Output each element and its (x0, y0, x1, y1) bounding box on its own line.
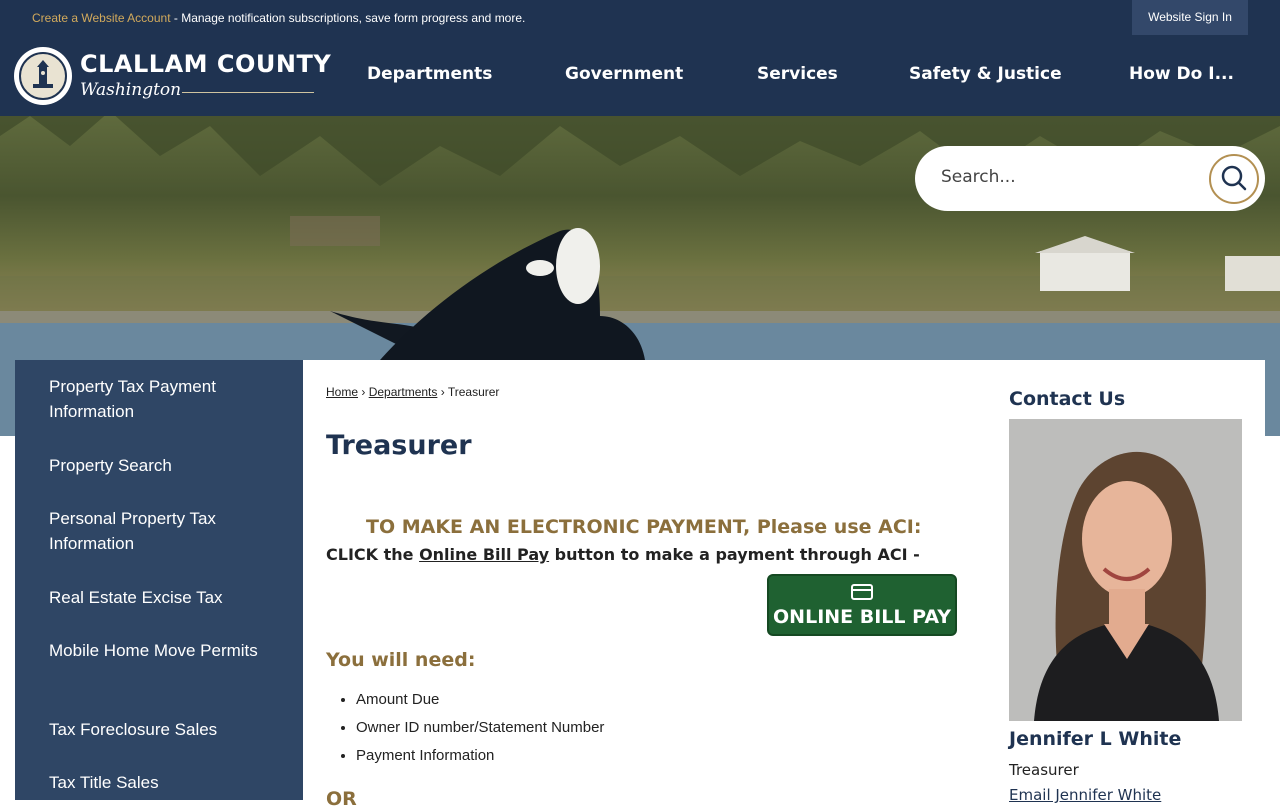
create-account-link[interactable]: Create a Website Account (32, 11, 171, 25)
main-nav: Departments Government Services Safety &… (328, 35, 1280, 116)
sign-in-button[interactable]: Website Sign In (1132, 0, 1248, 35)
list-item: Payment Information (356, 742, 604, 770)
treasurer-photo (1009, 419, 1242, 721)
sidebar-item-property-search[interactable]: Property Search (49, 453, 279, 478)
nav-services[interactable]: Services (757, 64, 838, 84)
contact-role: Treasurer (1009, 761, 1079, 779)
utility-bar: Create a Website Account - Manage notifi… (0, 0, 1280, 35)
search-icon (1221, 165, 1247, 191)
create-account-text: - Manage notification subscriptions, sav… (170, 11, 526, 25)
brand-name: CLALLAM COUNTY (80, 50, 332, 78)
search-button[interactable] (1209, 154, 1259, 204)
bill-pay-label: ONLINE BILL PAY (773, 606, 951, 628)
instructions-text: button to make a payment through ACI - (549, 545, 920, 564)
brand-divider (182, 92, 314, 93)
contact-name: Jennifer L White (1009, 728, 1182, 750)
list-item: Owner ID number/Statement Number (356, 714, 604, 742)
sidebar-item-tax-title-sales[interactable]: Tax Title Sales (49, 770, 279, 795)
nav-how-do-i[interactable]: How Do I... (1129, 64, 1234, 84)
online-bill-pay-link[interactable]: Online Bill Pay (419, 545, 549, 564)
brand-subtitle: Washington (80, 80, 182, 100)
site-logo[interactable]: CLALLAM COUNTY Washington (14, 47, 331, 107)
breadcrumb-separator: › (437, 385, 448, 399)
contact-us-heading: Contact Us (1009, 388, 1126, 410)
nav-government[interactable]: Government (565, 64, 683, 84)
contact-email-link[interactable]: Email Jennifer White (1009, 786, 1161, 804)
county-seal-icon (14, 47, 72, 105)
payment-instructions: CLICK the Online Bill Pay button to make… (326, 545, 920, 564)
aci-heading: TO MAKE AN ELECTRONIC PAYMENT, Please us… (366, 516, 922, 538)
breadcrumb: Home › Departments › Treasurer (326, 385, 499, 399)
breadcrumb-separator: › (358, 385, 369, 399)
search-input[interactable] (939, 166, 1203, 188)
page-title: Treasurer (326, 430, 472, 461)
instructions-text: CLICK the (326, 545, 420, 564)
sidebar-item-mobile-home-move-permits[interactable]: Mobile Home Move Permits (49, 638, 279, 663)
sidebar-item-real-estate-excise-tax[interactable]: Real Estate Excise Tax (49, 585, 279, 610)
breadcrumb-departments[interactable]: Departments (369, 385, 438, 399)
sidebar-nav: Property Tax Payment Information Propert… (15, 360, 303, 800)
create-account-notice: Create a Website Account - Manage notifi… (32, 11, 525, 25)
breadcrumb-current: Treasurer (447, 385, 500, 399)
search-box (915, 146, 1265, 211)
sidebar-item-personal-property-tax[interactable]: Personal Property Tax Information (49, 506, 279, 556)
site-header: CLALLAM COUNTY Washington Departments Go… (0, 35, 1280, 116)
requirements-heading: You will need: (326, 649, 476, 671)
breadcrumb-home[interactable]: Home (326, 385, 358, 399)
credit-card-icon (851, 584, 873, 600)
requirements-list: Amount Due Owner ID number/Statement Num… (333, 686, 604, 770)
main-content: Home › Departments › Treasurer Treasurer… (303, 360, 1265, 810)
sidebar-item-property-tax-payment[interactable]: Property Tax Payment Information (49, 374, 279, 424)
or-heading: OR (326, 788, 357, 810)
sidebar-item-tax-foreclosure-sales[interactable]: Tax Foreclosure Sales (49, 717, 279, 742)
online-bill-pay-button[interactable]: ONLINE BILL PAY (767, 574, 957, 636)
nav-safety-justice[interactable]: Safety & Justice (909, 64, 1062, 84)
list-item: Amount Due (356, 686, 604, 714)
nav-departments[interactable]: Departments (367, 64, 492, 84)
